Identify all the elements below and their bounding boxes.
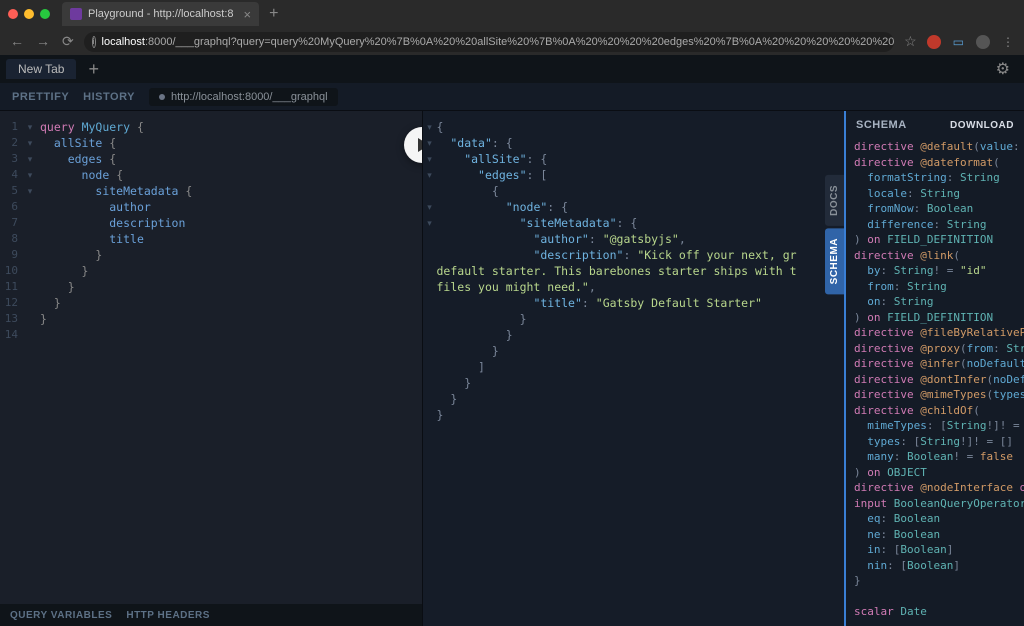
schema-code[interactable]: directive @default(value: JSON directive…: [846, 139, 1024, 626]
endpoint-input[interactable]: http://localhost:8000/___graphql: [149, 88, 338, 106]
menu-icon[interactable]: ⋮: [1002, 35, 1014, 49]
close-tab-icon[interactable]: ×: [244, 7, 252, 22]
history-button[interactable]: HISTORY: [83, 91, 135, 103]
editor-column: 1234567891011121314 ▾▾▾▾▾ query MyQuery …: [0, 111, 422, 626]
favicon-icon: [70, 8, 82, 20]
nav-arrows: ← → ⟳: [10, 33, 74, 50]
cast-icon[interactable]: ▭: [953, 35, 964, 49]
browser-tab-title: Playground - http://localhost:8: [88, 8, 234, 20]
schema-panel: SCHEMA DOWNLOAD directive @default(value…: [844, 111, 1024, 626]
url-host: localhost: [102, 36, 145, 48]
url-path: :8000/___graphql?query=query%20MyQuery%2…: [145, 36, 894, 48]
new-browser-tab-button[interactable]: +: [269, 5, 278, 23]
docs-tab[interactable]: DOCS: [825, 175, 844, 226]
result-panel: ▾▾▾▾ ▾▾ { "data": { "allSite": { "edges"…: [422, 111, 845, 626]
schema-tab[interactable]: SCHEMA: [825, 228, 844, 294]
add-app-tab-button[interactable]: +: [80, 59, 107, 80]
result-fold-gutter[interactable]: ▾▾▾▾ ▾▾: [425, 119, 435, 231]
status-dot-icon: [159, 94, 165, 100]
result-code[interactable]: { "data": { "allSite": { "edges": [ { "n…: [423, 111, 845, 423]
query-variables-tab[interactable]: QUERY VARIABLES: [10, 610, 112, 621]
site-info-icon[interactable]: i: [92, 36, 96, 48]
play-icon: [418, 138, 422, 152]
app-tab-bar: New Tab + ⚙: [0, 55, 1024, 83]
reload-button[interactable]: ⟳: [62, 33, 74, 50]
app-tab-new[interactable]: New Tab: [6, 59, 76, 79]
prettify-button[interactable]: PRETTIFY: [12, 91, 69, 103]
close-window-icon[interactable]: [8, 9, 18, 19]
url-bar: ← → ⟳ i localhost:8000/___graphql?query=…: [0, 28, 1024, 55]
toolbar: PRETTIFY HISTORY http://localhost:8000/_…: [0, 83, 1024, 111]
profile-icon[interactable]: [976, 35, 990, 49]
browser-tab-bar: Playground - http://localhost:8 × +: [0, 0, 1024, 28]
url-input[interactable]: i localhost:8000/___graphql?query=query%…: [84, 32, 894, 52]
forward-button[interactable]: →: [36, 33, 50, 50]
side-tabs: DOCS SCHEMA: [825, 175, 844, 296]
http-headers-tab[interactable]: HTTP HEADERS: [126, 610, 210, 621]
browser-tab[interactable]: Playground - http://localhost:8 ×: [62, 2, 259, 26]
minimize-window-icon[interactable]: [24, 9, 34, 19]
schema-title: SCHEMA: [856, 119, 907, 131]
query-editor[interactable]: 1234567891011121314 ▾▾▾▾▾ query MyQuery …: [0, 111, 422, 604]
traffic-lights: [8, 9, 50, 19]
maximize-window-icon[interactable]: [40, 9, 50, 19]
back-button[interactable]: ←: [10, 33, 24, 50]
endpoint-url: http://localhost:8000/___graphql: [171, 91, 328, 103]
query-code[interactable]: query MyQuery { allSite { edges { node {…: [36, 111, 422, 604]
line-gutter: 1234567891011121314: [0, 111, 24, 604]
bottom-tabs: QUERY VARIABLES HTTP HEADERS: [0, 604, 422, 626]
schema-header: SCHEMA DOWNLOAD: [846, 111, 1024, 139]
playground-app: New Tab + ⚙ PRETTIFY HISTORY http://loca…: [0, 55, 1024, 626]
download-button[interactable]: DOWNLOAD: [950, 120, 1014, 131]
extension-icons: ▭ ⋮: [927, 35, 1014, 49]
extension-icon[interactable]: [927, 35, 941, 49]
bookmark-icon[interactable]: ☆: [904, 33, 917, 50]
settings-icon[interactable]: ⚙: [996, 59, 1010, 79]
fold-gutter[interactable]: ▾▾▾▾▾: [24, 111, 36, 604]
browser-chrome: Playground - http://localhost:8 × + ← → …: [0, 0, 1024, 55]
workspace: 1234567891011121314 ▾▾▾▾▾ query MyQuery …: [0, 111, 1024, 626]
